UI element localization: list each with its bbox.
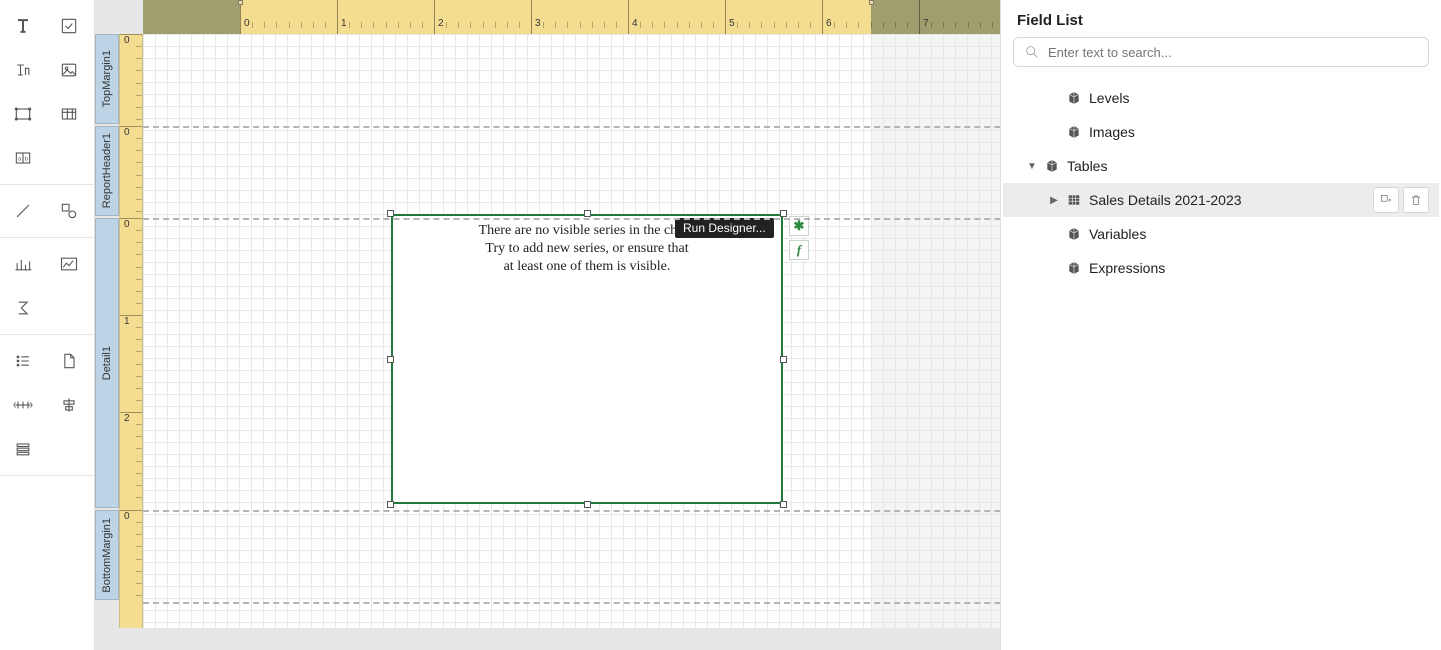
page-right-pad: [871, 34, 1001, 628]
tool-line-chart-icon[interactable]: [46, 242, 92, 286]
chart-placeholder-line3: at least one of them is visible.: [393, 258, 781, 276]
h-ruler-tick: 2: [434, 0, 444, 34]
section-divider[interactable]: [143, 510, 1001, 512]
selection-handle[interactable]: [387, 356, 394, 363]
band-detail[interactable]: Detail1: [95, 218, 119, 508]
field-list-search[interactable]: [1013, 37, 1429, 67]
field-tree-item-label: Variables: [1089, 226, 1429, 242]
chevron-down-icon[interactable]: ▼: [1027, 161, 1037, 172]
bottom-gutter: [95, 628, 1001, 650]
band-label: Detail1: [101, 342, 113, 384]
tool-table-icon[interactable]: [46, 92, 92, 136]
selection-handle[interactable]: [387, 210, 394, 217]
field-tree-item[interactable]: ▶ Sales Details 2021-2023: [1003, 183, 1439, 217]
field-tree-item[interactable]: Expressions: [1003, 251, 1439, 285]
tool-sum-icon[interactable]: [0, 286, 46, 330]
tool-bar-chart-icon[interactable]: [0, 242, 46, 286]
field-tree-item[interactable]: Variables: [1003, 217, 1439, 251]
band-label: BottomMargin1: [101, 514, 113, 597]
smart-tag-fx-icon[interactable]: f: [789, 240, 809, 260]
tool-line-icon[interactable]: [0, 189, 46, 233]
search-icon: [1024, 44, 1040, 60]
ruler-corner: [95, 0, 143, 34]
tool-align-icon[interactable]: [46, 383, 92, 427]
add-query-button[interactable]: [1373, 187, 1399, 213]
section-divider[interactable]: [143, 218, 1001, 220]
chart-placeholder[interactable]: There are no visible series in the chart…: [391, 214, 783, 504]
ruler-marker[interactable]: [238, 0, 243, 5]
tool-image-icon[interactable]: [46, 48, 92, 92]
vertical-bands: TopMargin1 ReportHeader1 Detail1 BottomMarg…: [95, 34, 119, 628]
tool-text-large-icon[interactable]: [0, 4, 46, 48]
tool-checkbox-icon[interactable]: [46, 4, 92, 48]
selection-handle[interactable]: [780, 501, 787, 508]
h-ruler-tick: 6: [822, 0, 832, 34]
h-ruler-tick: 3: [531, 0, 541, 34]
svg-text:b: b: [25, 157, 28, 163]
band-report-header[interactable]: ReportHeader1: [95, 126, 119, 216]
section-divider[interactable]: [143, 126, 1001, 128]
selection-handle[interactable]: [780, 356, 787, 363]
chart-placeholder-line2: Try to add new series, or ensure that: [393, 240, 781, 258]
band-bottom-margin[interactable]: BottomMargin1: [95, 510, 119, 600]
table-icon: [1067, 193, 1081, 207]
vertical-ruler: 000120: [119, 34, 143, 628]
cube-icon: [1045, 159, 1059, 173]
field-tree-item-label: Images: [1089, 124, 1429, 140]
h-ruler-tick: 1: [337, 0, 347, 34]
h-ruler-tick: 4: [628, 0, 638, 34]
field-tree-item-label: Sales Details 2021-2023: [1089, 192, 1365, 208]
toolbox: ab: [0, 0, 95, 650]
cube-icon: [1067, 91, 1081, 105]
h-ruler-tick: 0: [240, 0, 250, 34]
tool-stack-icon[interactable]: [0, 427, 46, 471]
ruler-marker[interactable]: [869, 0, 874, 5]
field-tree-item-label: Expressions: [1089, 260, 1429, 276]
field-list-panel: Field List Levels Images ▼ Tables ▶ Sales Det…: [1001, 0, 1441, 650]
cube-icon: [1067, 227, 1081, 241]
tool-page-icon[interactable]: [46, 339, 92, 383]
tool-ruler-h-icon[interactable]: [0, 383, 46, 427]
horizontal-ruler: 012345678: [143, 0, 1001, 34]
tool-shapes-icon[interactable]: [46, 189, 92, 233]
selection-handle[interactable]: [387, 501, 394, 508]
tool-rectangle-icon[interactable]: [0, 92, 46, 136]
h-ruler-tick: 5: [725, 0, 735, 34]
tool-list-icon[interactable]: [0, 339, 46, 383]
canvas[interactable]: There are no visible series in the chart…: [143, 34, 1001, 628]
cube-icon: [1067, 261, 1081, 275]
svg-text:a: a: [18, 157, 22, 163]
field-tree: Levels Images ▼ Tables ▶ Sales Details 2021-2…: [1001, 77, 1441, 650]
selection-handle[interactable]: [584, 501, 591, 508]
selection-handle[interactable]: [780, 210, 787, 217]
run-designer-tooltip[interactable]: Run Designer...: [675, 218, 774, 238]
field-list-title: Field List: [1001, 0, 1441, 37]
chevron-right-icon[interactable]: ▶: [1049, 195, 1059, 206]
field-list-search-input[interactable]: [1048, 45, 1418, 60]
band-label: ReportHeader1: [101, 129, 113, 212]
band-label: TopMargin1: [101, 46, 113, 111]
field-tree-item[interactable]: Levels: [1003, 81, 1439, 115]
tool-text-small-icon[interactable]: [0, 48, 46, 92]
selection-handle[interactable]: [584, 210, 591, 217]
field-tree-item[interactable]: Images: [1003, 115, 1439, 149]
cube-icon: [1067, 125, 1081, 139]
delete-button[interactable]: [1403, 187, 1429, 213]
field-tree-item-label: Tables: [1067, 158, 1429, 174]
field-tree-item[interactable]: ▼ Tables: [1003, 149, 1439, 183]
h-ruler-tick: 7: [919, 0, 929, 34]
field-tree-item-label: Levels: [1089, 90, 1429, 106]
band-top-margin[interactable]: TopMargin1: [95, 34, 119, 124]
tool-panel-icon[interactable]: ab: [0, 136, 46, 180]
design-surface[interactable]: 012345678 TopMargin1ReportHeader1Detail1…: [95, 0, 1001, 650]
